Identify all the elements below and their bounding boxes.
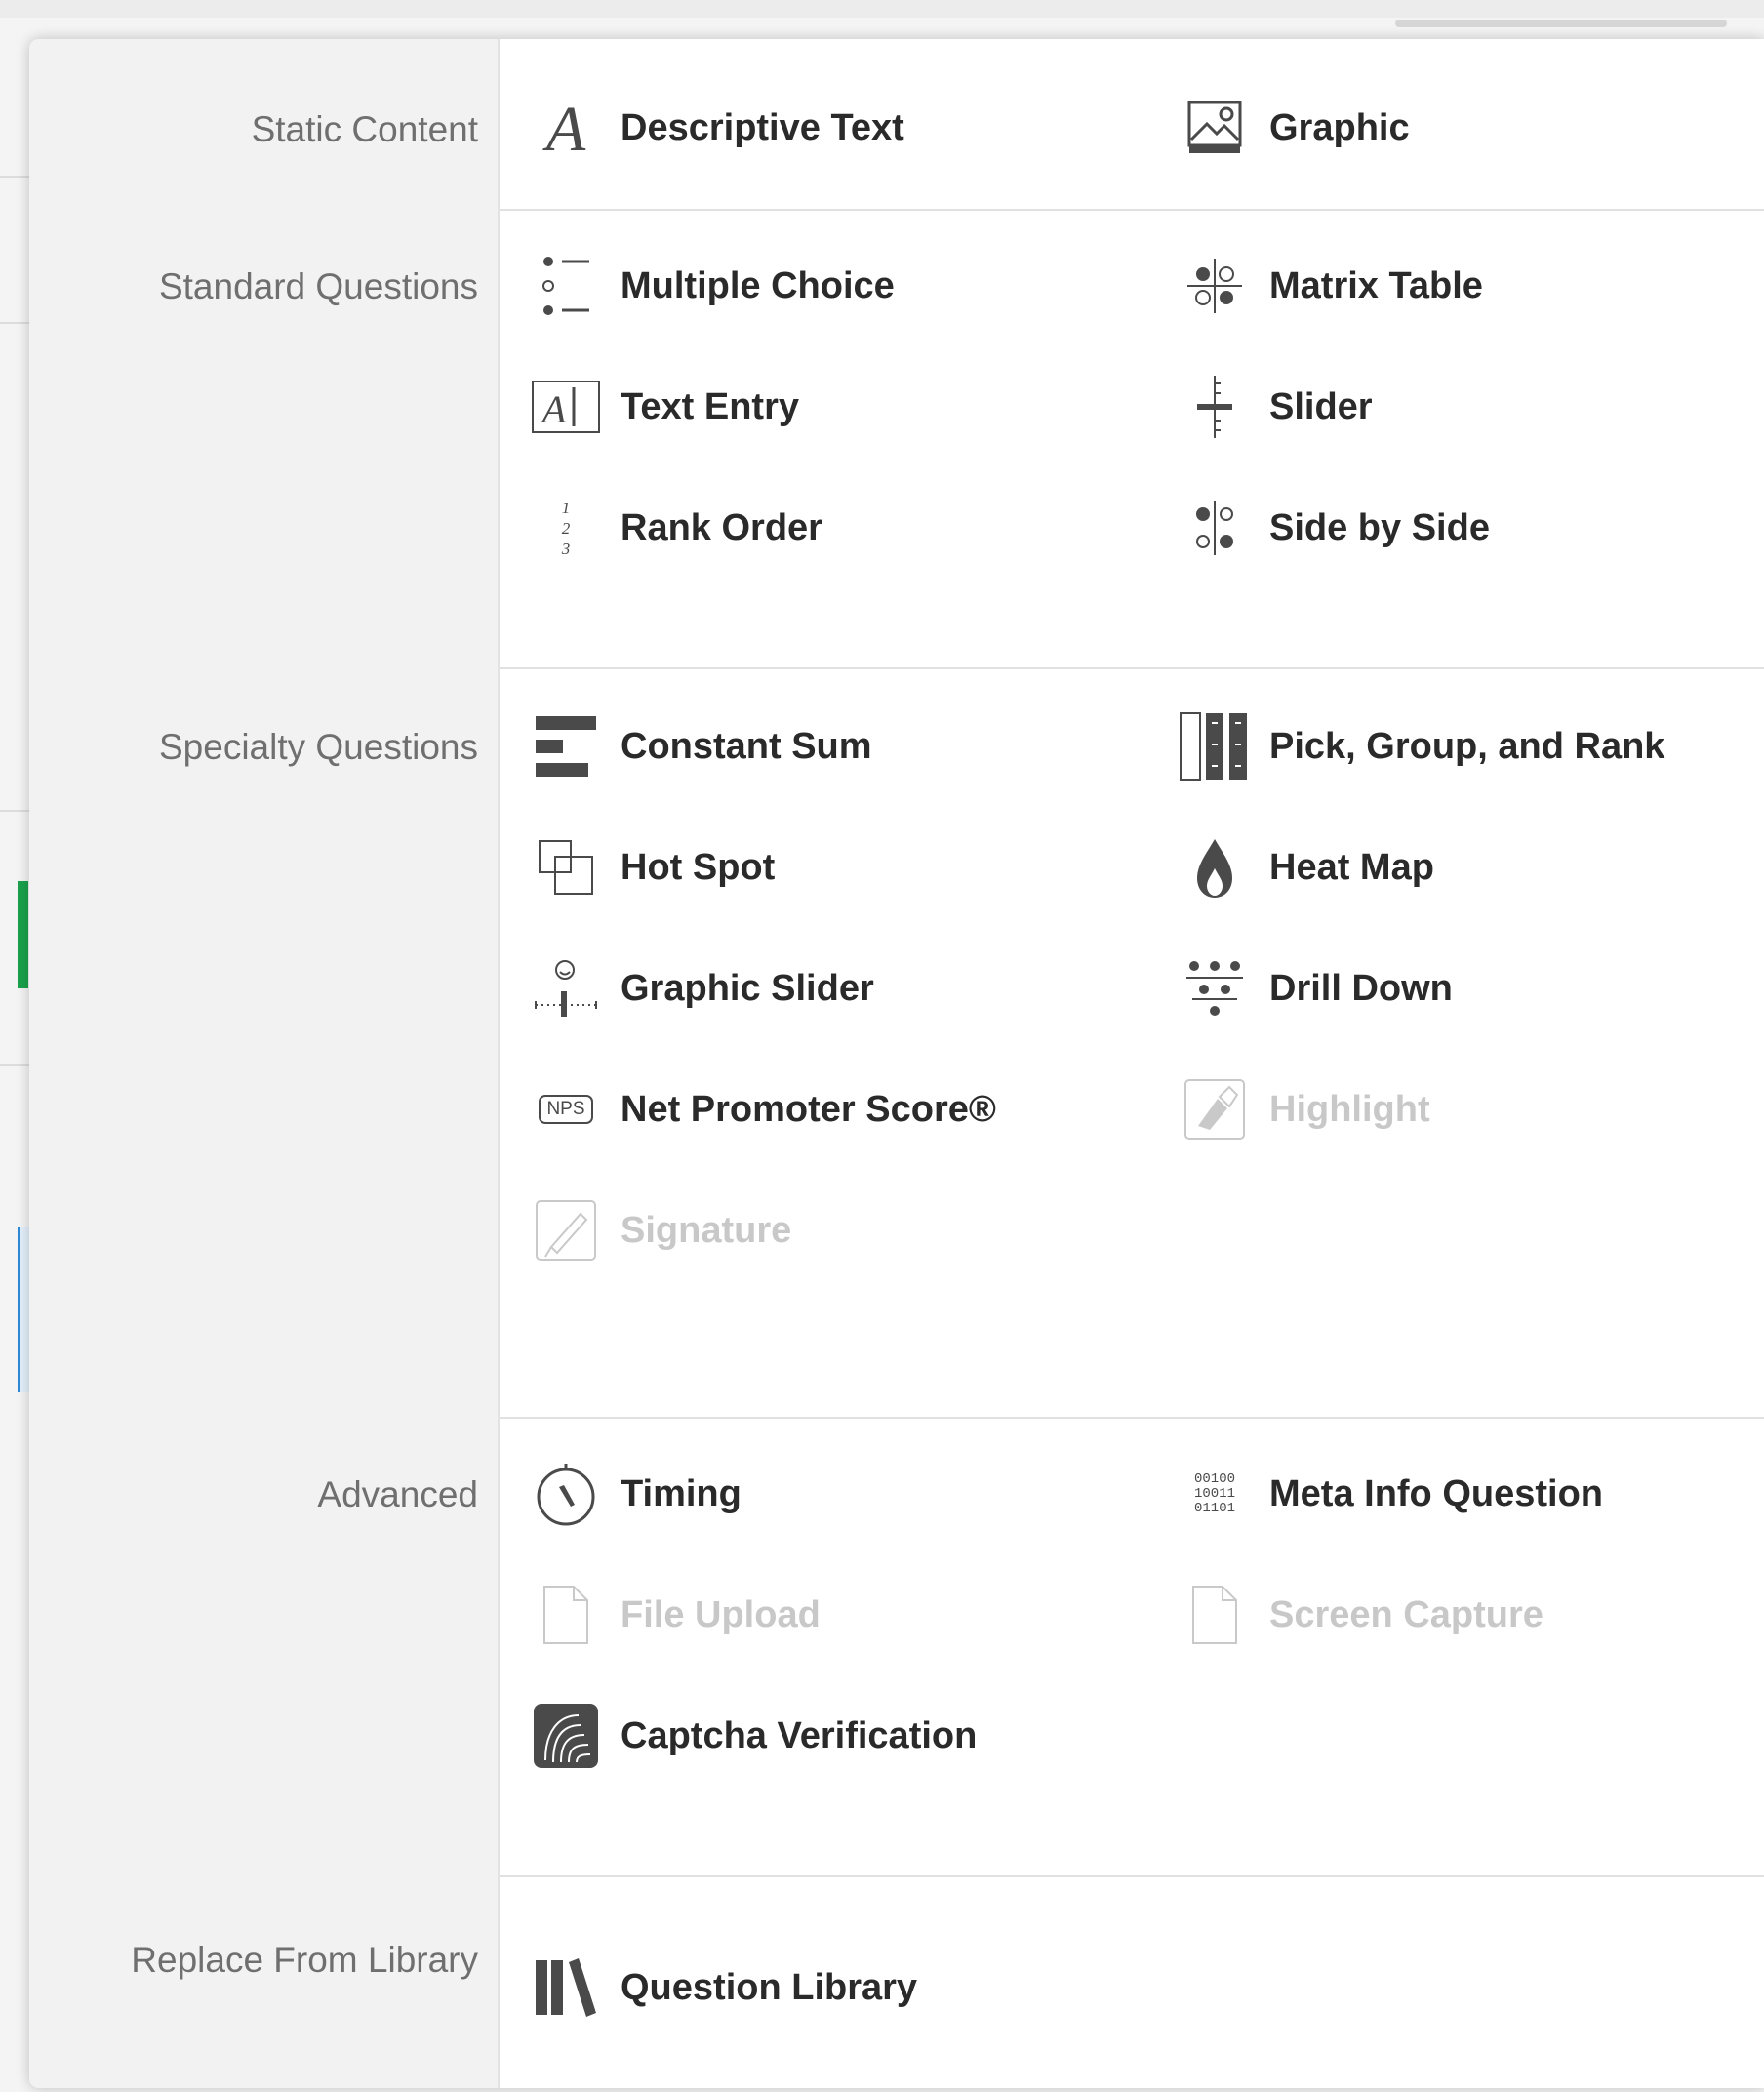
background-divider bbox=[0, 810, 29, 812]
menu-item-captcha-verification[interactable]: Captcha Verification bbox=[525, 1692, 977, 1780]
background-divider bbox=[0, 1064, 29, 1066]
menu-item-label: Matrix Table bbox=[1269, 264, 1483, 306]
menu-item-meta-info-question[interactable]: 00100 10011 01101 Meta Info Question bbox=[1174, 1450, 1603, 1538]
menu-item-slider[interactable]: Slider bbox=[1174, 363, 1373, 451]
section-standard-questions: Standard Questions Multiple Choice Matri… bbox=[29, 211, 1764, 669]
menu-item-label: Timing bbox=[621, 1472, 742, 1514]
constant-sum-icon bbox=[525, 705, 607, 787]
menu-item-label: Pick, Group, and Rank bbox=[1269, 725, 1665, 767]
background-top-strip bbox=[0, 0, 1764, 18]
drill-down-icon bbox=[1174, 947, 1256, 1029]
heat-map-icon bbox=[1174, 826, 1256, 908]
descriptive-text-icon: A bbox=[525, 87, 607, 169]
section-specialty-questions: Specialty Questions Constant Sum Pick, G… bbox=[29, 669, 1764, 1419]
menu-item-label: Captcha Verification bbox=[621, 1714, 978, 1756]
menu-item-descriptive-text[interactable]: A Descriptive Text bbox=[525, 84, 904, 172]
menu-item-label: Heat Map bbox=[1269, 846, 1434, 888]
background-selected-indicator bbox=[18, 881, 28, 988]
graphic-icon bbox=[1174, 87, 1256, 169]
menu-item-label: Constant Sum bbox=[621, 725, 872, 767]
menu-item-label: Screen Capture bbox=[1269, 1593, 1544, 1635]
menu-item-signature[interactable]: Signature bbox=[525, 1187, 791, 1274]
menu-item-label: Hot Spot bbox=[621, 846, 776, 888]
meta-info-icon: 00100 10011 01101 bbox=[1174, 1453, 1256, 1535]
menu-item-label: Highlight bbox=[1269, 1088, 1430, 1130]
captcha-icon bbox=[525, 1695, 607, 1777]
menu-item-hot-spot[interactable]: Hot Spot bbox=[525, 824, 775, 911]
meta-bits-line: 10011 bbox=[1193, 1485, 1235, 1502]
menu-item-label: Descriptive Text bbox=[621, 106, 904, 148]
menu-item-label: Rank Order bbox=[621, 506, 822, 548]
menu-item-label: Net Promoter Score® bbox=[621, 1088, 996, 1130]
menu-item-file-upload[interactable]: File Upload bbox=[525, 1571, 821, 1659]
rank-number: 2 bbox=[561, 518, 571, 538]
menu-item-label: Multiple Choice bbox=[621, 264, 895, 306]
section-title: Advanced bbox=[317, 1474, 478, 1514]
menu-item-label: File Upload bbox=[621, 1593, 821, 1635]
svg-text:A: A bbox=[542, 94, 586, 162]
file-upload-icon bbox=[525, 1574, 607, 1656]
rank-number: 1 bbox=[561, 498, 571, 517]
menu-item-rank-order[interactable]: 1 2 3 Rank Order bbox=[525, 484, 822, 572]
menu-item-label: Drill Down bbox=[1269, 967, 1453, 1009]
menu-item-label: Graphic bbox=[1269, 106, 1410, 148]
menu-item-screen-capture[interactable]: Screen Capture bbox=[1174, 1571, 1544, 1659]
question-type-menu: Static Content A Descriptive Text Graphi… bbox=[29, 39, 1764, 2088]
meta-bits-line: 00100 bbox=[1193, 1470, 1235, 1487]
menu-item-label: Side by Side bbox=[1269, 506, 1490, 548]
question-library-icon bbox=[525, 1947, 607, 2029]
section-replace-from-library: Replace From Library Question Library bbox=[29, 1877, 1764, 2088]
meta-bits-line: 01101 bbox=[1193, 1500, 1235, 1516]
multiple-choice-icon bbox=[525, 245, 607, 327]
menu-item-label: Question Library bbox=[621, 1966, 918, 2008]
nps-icon-text: NPS bbox=[539, 1095, 593, 1124]
side-by-side-icon bbox=[1174, 487, 1256, 569]
slider-icon bbox=[1174, 366, 1256, 448]
menu-item-label: Slider bbox=[1269, 385, 1373, 427]
menu-item-pick-group-rank[interactable]: Pick, Group, and Rank bbox=[1174, 703, 1664, 790]
pick-group-rank-icon bbox=[1174, 705, 1256, 787]
section-title: Specialty Questions bbox=[158, 727, 478, 767]
section-title: Replace From Library bbox=[131, 1940, 478, 1980]
nps-icon: NPS bbox=[525, 1068, 607, 1150]
screen-capture-icon bbox=[1174, 1574, 1256, 1656]
section-title: Static Content bbox=[251, 109, 478, 149]
menu-item-question-library[interactable]: Question Library bbox=[525, 1944, 917, 2032]
rank-number: 3 bbox=[561, 539, 571, 558]
menu-item-drill-down[interactable]: Drill Down bbox=[1174, 945, 1453, 1032]
highlight-icon bbox=[1174, 1068, 1256, 1150]
menu-item-net-promoter-score[interactable]: NPS Net Promoter Score® bbox=[525, 1066, 996, 1153]
svg-text:A: A bbox=[540, 387, 567, 431]
hot-spot-icon bbox=[525, 826, 607, 908]
background-tab[interactable] bbox=[1395, 20, 1727, 27]
text-entry-icon: A bbox=[525, 366, 607, 448]
menu-item-label: Graphic Slider bbox=[621, 967, 874, 1009]
menu-item-constant-sum[interactable]: Constant Sum bbox=[525, 703, 872, 790]
menu-item-highlight[interactable]: Highlight bbox=[1174, 1066, 1430, 1153]
menu-item-label: Meta Info Question bbox=[1269, 1472, 1603, 1514]
menu-item-side-by-side[interactable]: Side by Side bbox=[1174, 484, 1490, 572]
menu-item-label: Text Entry bbox=[621, 385, 800, 427]
menu-item-text-entry[interactable]: A Text Entry bbox=[525, 363, 799, 451]
graphic-slider-icon bbox=[525, 947, 607, 1029]
background-divider bbox=[0, 176, 29, 178]
rank-order-icon: 1 2 3 bbox=[525, 487, 607, 569]
menu-item-multiple-choice[interactable]: Multiple Choice bbox=[525, 242, 895, 330]
matrix-table-icon bbox=[1174, 245, 1256, 327]
menu-item-graphic-slider[interactable]: Graphic Slider bbox=[525, 945, 874, 1032]
background-divider bbox=[0, 322, 29, 324]
menu-item-heat-map[interactable]: Heat Map bbox=[1174, 824, 1434, 911]
signature-icon bbox=[525, 1189, 607, 1271]
section-title: Standard Questions bbox=[158, 266, 478, 306]
section-advanced: Advanced Timing 00100 10011 01101 Meta I… bbox=[29, 1419, 1764, 1877]
menu-item-timing[interactable]: Timing bbox=[525, 1450, 742, 1538]
menu-item-graphic[interactable]: Graphic bbox=[1174, 84, 1410, 172]
menu-item-label: Signature bbox=[621, 1209, 792, 1251]
menu-item-matrix-table[interactable]: Matrix Table bbox=[1174, 242, 1483, 330]
section-static-content: Static Content A Descriptive Text Graphi… bbox=[29, 39, 1764, 211]
timing-icon bbox=[525, 1453, 607, 1535]
